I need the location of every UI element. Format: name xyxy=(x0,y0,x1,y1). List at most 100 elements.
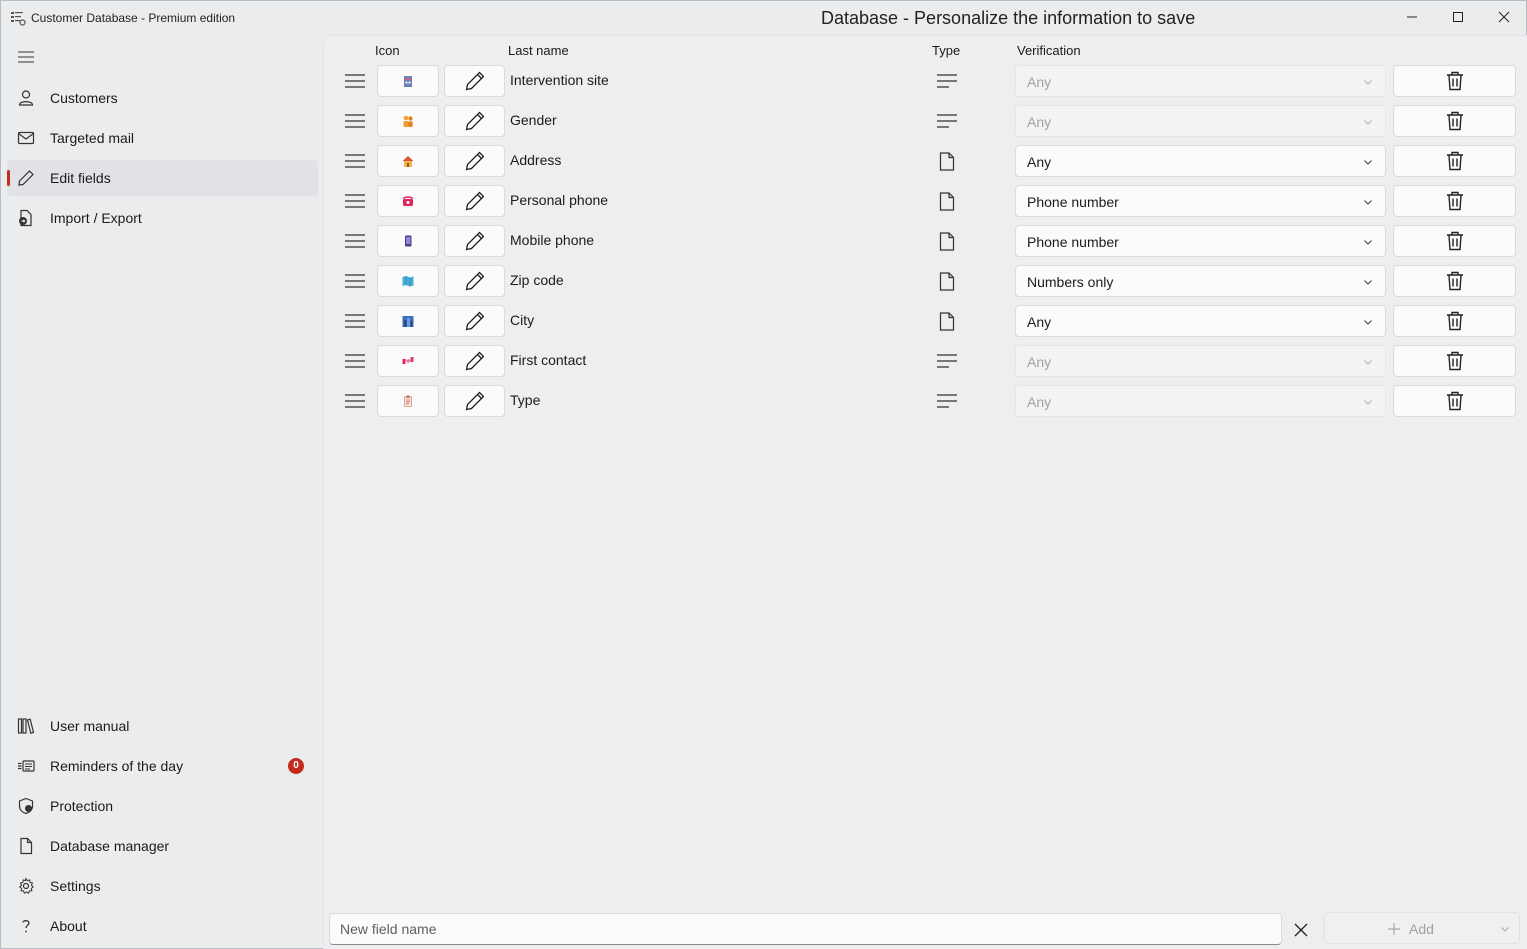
verification-dropdown[interactable]: Numbers only xyxy=(1015,265,1386,297)
drag-handle-icon xyxy=(345,234,365,248)
verification-dropdown[interactable]: Phone number xyxy=(1015,185,1386,217)
drag-handle[interactable] xyxy=(344,311,366,331)
sidebar-item-user-manual[interactable]: User manual xyxy=(7,708,318,744)
sidebar-item-targeted-mail[interactable]: Targeted mail xyxy=(7,120,318,156)
drag-handle[interactable] xyxy=(344,271,366,291)
chevron-down-icon xyxy=(1364,240,1372,245)
trash-icon xyxy=(1446,391,1463,411)
chevron-down-icon xyxy=(1364,200,1372,205)
rename-field-button[interactable] xyxy=(444,225,505,257)
rename-field-button[interactable] xyxy=(444,385,505,417)
pencil-icon xyxy=(465,151,484,171)
field-row: Mobile phone Phone number xyxy=(324,223,1527,259)
new-field-name-input[interactable] xyxy=(329,913,1282,945)
drag-handle[interactable] xyxy=(344,71,366,91)
field-name: Gender xyxy=(510,112,557,128)
close-button[interactable] xyxy=(1481,1,1527,33)
verification-dropdown[interactable]: Any xyxy=(1015,305,1386,337)
chevron-down-icon xyxy=(1364,160,1372,165)
sidebar-item-customers[interactable]: Customers xyxy=(7,80,318,116)
sidebar-item-label: Settings xyxy=(50,878,101,894)
minimize-button[interactable] xyxy=(1389,1,1435,33)
drag-handle[interactable] xyxy=(344,151,366,171)
sidebar-item-reminders[interactable]: Reminders of the day 0 xyxy=(7,748,318,784)
rename-field-button[interactable] xyxy=(444,105,505,137)
rename-field-button[interactable] xyxy=(444,265,505,297)
file-icon xyxy=(939,271,955,291)
trash-icon xyxy=(1446,351,1463,371)
sidebar-item-label: Targeted mail xyxy=(50,130,135,146)
file-icon xyxy=(939,191,955,211)
drag-handle-icon xyxy=(345,74,365,88)
rename-field-button[interactable] xyxy=(444,145,505,177)
drag-handle-icon xyxy=(345,114,365,128)
field-icon-button[interactable] xyxy=(377,225,439,257)
verification-dropdown[interactable]: Any xyxy=(1015,145,1386,177)
field-row: Personal phone Phone number xyxy=(324,183,1527,219)
drag-handle[interactable] xyxy=(344,191,366,211)
delete-field-button[interactable] xyxy=(1393,145,1516,177)
column-header-type: Type xyxy=(932,43,961,58)
title-bar: Customer Database - Premium edition Data… xyxy=(1,1,1526,35)
field-icon-button[interactable] xyxy=(377,345,439,377)
drag-handle-icon xyxy=(345,194,365,208)
rename-field-button[interactable] xyxy=(444,345,505,377)
field-icon-button[interactable] xyxy=(377,385,439,417)
page-title: Database - Personalize the information t… xyxy=(821,8,1196,28)
document-icon xyxy=(20,837,33,855)
rename-field-button[interactable] xyxy=(444,185,505,217)
maximize-button[interactable] xyxy=(1435,1,1481,33)
delete-field-button[interactable] xyxy=(1393,225,1516,257)
close-icon xyxy=(1294,923,1308,937)
drag-handle[interactable] xyxy=(344,231,366,251)
delete-field-button[interactable] xyxy=(1393,345,1516,377)
delete-field-button[interactable] xyxy=(1393,185,1516,217)
sidebar-item-label: Customers xyxy=(50,90,118,106)
shield-icon xyxy=(18,797,34,815)
sidebar-item-import-export[interactable]: Import / Export xyxy=(7,200,318,236)
sidebar: Customers Targeted mail Edit fields Impo… xyxy=(1,35,323,949)
delete-field-button[interactable] xyxy=(1393,305,1516,337)
delete-field-button[interactable] xyxy=(1393,265,1516,297)
sidebar-item-label: Edit fields xyxy=(50,170,111,186)
rename-field-button[interactable] xyxy=(444,65,505,97)
delete-field-button[interactable] xyxy=(1393,385,1516,417)
clipboard-icon xyxy=(401,394,415,408)
app-logo-icon xyxy=(11,12,26,26)
drag-handle[interactable] xyxy=(344,351,366,371)
rename-field-button[interactable] xyxy=(444,305,505,337)
sidebar-item-about[interactable]: About xyxy=(7,908,318,944)
field-icon-button[interactable] xyxy=(377,65,439,97)
delete-field-button[interactable] xyxy=(1393,105,1516,137)
sidebar-item-protection[interactable]: Protection xyxy=(7,788,318,824)
menu-toggle-button[interactable] xyxy=(15,47,37,67)
sidebar-item-database-manager[interactable]: Database manager xyxy=(7,828,318,864)
field-icon-button[interactable] xyxy=(377,145,439,177)
field-type-indicator xyxy=(936,271,958,291)
clear-input-button[interactable] xyxy=(1288,917,1314,943)
field-type-indicator xyxy=(936,391,958,411)
field-name: Personal phone xyxy=(510,192,609,208)
telephone-icon xyxy=(401,194,415,208)
verification-dropdown[interactable]: Phone number xyxy=(1015,225,1386,257)
delete-field-button[interactable] xyxy=(1393,65,1516,97)
chevron-down-icon xyxy=(1364,400,1372,405)
people-icon xyxy=(401,114,415,128)
field-name: City xyxy=(510,312,535,328)
drag-handle[interactable] xyxy=(344,391,366,411)
verification-value: Phone number xyxy=(1027,234,1119,250)
field-icon-button[interactable] xyxy=(377,265,439,297)
field-icon-button[interactable] xyxy=(377,185,439,217)
person-icon xyxy=(18,90,34,106)
chevron-down-icon[interactable] xyxy=(1500,924,1510,934)
drag-handle[interactable] xyxy=(344,111,366,131)
field-row: First contact Any xyxy=(324,343,1527,379)
field-type-indicator xyxy=(936,191,958,211)
field-icon-button[interactable] xyxy=(377,105,439,137)
sidebar-item-settings[interactable]: Settings xyxy=(7,868,318,904)
chevron-down-icon xyxy=(1364,120,1372,125)
sidebar-item-edit-fields[interactable]: Edit fields xyxy=(7,160,318,196)
add-field-button[interactable]: Add xyxy=(1324,912,1520,944)
field-icon-button[interactable] xyxy=(377,305,439,337)
chevron-down-icon xyxy=(1364,280,1372,285)
